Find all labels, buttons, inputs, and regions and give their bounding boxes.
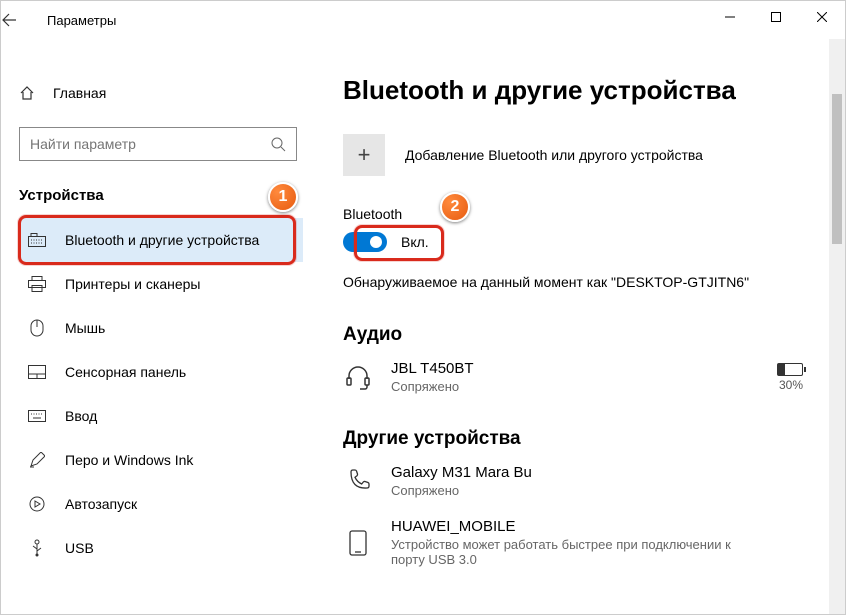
device-name: HUAWEI_MOBILE (391, 518, 809, 535)
toggle-knob (370, 236, 382, 248)
other-heading: Другие устройства (343, 428, 809, 450)
battery-icon (777, 363, 803, 376)
sidebar-item-touchpad[interactable]: Сенсорная панель (19, 350, 303, 394)
sidebar-item-autoplay[interactable]: Автозапуск (19, 482, 303, 526)
close-icon (817, 12, 827, 22)
usb-icon (27, 539, 47, 557)
device-info: JBL T450BT Сопряжено (391, 360, 759, 394)
maximize-icon (771, 12, 781, 22)
scrollbar-thumb[interactable] (832, 94, 842, 244)
window-controls (707, 1, 845, 33)
window-title: Параметры (47, 13, 116, 28)
minimize-icon (725, 12, 735, 22)
titlebar: Параметры (1, 1, 845, 39)
discoverable-text: Обнаруживаемое на данный момент как "DES… (343, 274, 809, 290)
maximize-button[interactable] (753, 1, 799, 33)
sidebar-item-label: Сенсорная панель (65, 364, 186, 380)
sidebar-item-label: Мышь (65, 320, 105, 336)
device-info: Galaxy M31 Mara Bu Сопряжено (391, 464, 809, 498)
minimize-button[interactable] (707, 1, 753, 33)
battery-indicator: 30% (777, 363, 803, 392)
keyboard-small-icon (27, 410, 47, 422)
device-status: Сопряжено (391, 483, 741, 498)
device-name: Galaxy M31 Mara Bu (391, 464, 809, 481)
search-input[interactable] (30, 136, 270, 152)
close-button[interactable] (799, 1, 845, 33)
sidebar-group-title: Устройства (19, 187, 303, 204)
sidebar-item-label: Принтеры и сканеры (65, 276, 200, 292)
sidebar-home-label: Главная (53, 85, 106, 101)
sidebar-item-label: Автозапуск (65, 496, 137, 512)
scrollbar[interactable] (829, 39, 845, 614)
body: Главная Устройства Bluetooth и другие ус… (1, 39, 845, 614)
settings-window: Параметры Главная Устройства (0, 0, 846, 615)
headset-icon (343, 362, 373, 392)
audio-device-row[interactable]: JBL T450BT Сопряжено 30% (343, 360, 809, 394)
page-title: Bluetooth и другие устройства (343, 75, 809, 106)
pen-icon (27, 452, 47, 468)
keyboard-icon (27, 233, 47, 247)
mobile-icon (343, 528, 373, 558)
device-info: HUAWEI_MOBILE Устройство может работать … (391, 518, 809, 567)
bluetooth-state: Вкл. (401, 234, 429, 250)
sidebar-item-label: Ввод (65, 408, 97, 424)
sidebar-item-mouse[interactable]: Мышь (19, 306, 303, 350)
sidebar-item-typing[interactable]: Ввод (19, 394, 303, 438)
sidebar-list: Bluetooth и другие устройства Принтеры и… (19, 218, 303, 570)
sidebar: Главная Устройства Bluetooth и другие ус… (1, 39, 313, 614)
search-icon (270, 136, 286, 152)
other-device-row[interactable]: HUAWEI_MOBILE Устройство может работать … (343, 518, 809, 567)
other-device-row[interactable]: Galaxy M31 Mara Bu Сопряжено (343, 464, 809, 498)
sidebar-item-label: Перо и Windows Ink (65, 452, 193, 468)
phone-icon (343, 466, 373, 496)
sidebar-item-pen[interactable]: Перо и Windows Ink (19, 438, 303, 482)
device-status: Сопряжено (391, 379, 741, 394)
sidebar-home[interactable]: Главная (19, 73, 303, 113)
sidebar-item-label: USB (65, 540, 94, 556)
mouse-icon (27, 319, 47, 337)
sidebar-item-bluetooth[interactable]: Bluetooth и другие устройства (19, 218, 303, 262)
audio-heading: Аудио (343, 324, 809, 346)
plus-icon: + (343, 134, 385, 176)
home-icon (19, 85, 37, 101)
sidebar-item-label: Bluetooth и другие устройства (65, 232, 259, 248)
sidebar-item-printers[interactable]: Принтеры и сканеры (19, 262, 303, 306)
device-status: Устройство может работать быстрее при по… (391, 537, 741, 567)
arrow-left-icon (1, 12, 17, 28)
sidebar-item-usb[interactable]: USB (19, 526, 303, 570)
back-button[interactable] (1, 12, 47, 28)
add-device-label: Добавление Bluetooth или другого устройс… (405, 147, 703, 163)
search-box[interactable] (19, 127, 297, 161)
bluetooth-toggle-row: Вкл. (343, 232, 429, 252)
device-name: JBL T450BT (391, 360, 759, 377)
content-wrap: Bluetooth и другие устройства + Добавлен… (313, 39, 845, 614)
touchpad-icon (27, 365, 47, 379)
bluetooth-toggle[interactable] (343, 232, 387, 252)
printer-icon (27, 276, 47, 292)
add-device-button[interactable]: + Добавление Bluetooth или другого устро… (343, 134, 809, 176)
bluetooth-label: Bluetooth (343, 206, 809, 222)
play-icon (27, 496, 47, 512)
battery-percent: 30% (779, 378, 803, 392)
content: Bluetooth и другие устройства + Добавлен… (313, 39, 829, 614)
